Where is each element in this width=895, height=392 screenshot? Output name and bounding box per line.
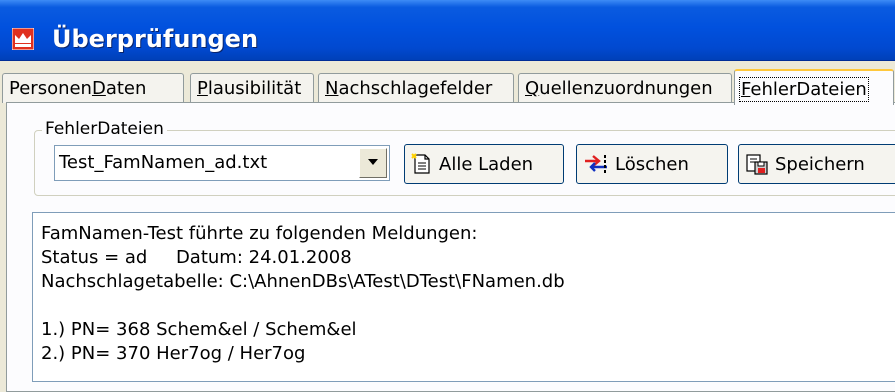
- memo-line: 1.) PN= 368 Schem&el / Schem&el: [41, 319, 357, 340]
- tab-mnemonic: P: [197, 78, 208, 99]
- delete-button[interactable]: Löschen: [576, 144, 728, 184]
- file-select-combobox[interactable]: Test_FamNamen_ad.txt: [54, 145, 390, 181]
- load-all-label: Alle Laden: [439, 153, 534, 175]
- tab-label: Personen: [9, 78, 92, 99]
- memo-line: Status = ad Datum: 24.01.2008: [41, 247, 352, 268]
- title-bar[interactable]: Überprüfungen: [0, 0, 895, 61]
- tab-nachschlagefelder[interactable]: Nachschlagefelder: [318, 73, 514, 103]
- app-crown-icon[interactable]: [12, 28, 34, 50]
- tab-mnemonic: D: [91, 78, 106, 99]
- tab-label: uellenzuordnungen: [539, 78, 713, 99]
- delete-arrows-icon: [585, 155, 607, 173]
- load-document-icon: [411, 153, 430, 174]
- combobox-dropdown-button[interactable]: [359, 148, 387, 178]
- tab-quellenzuordnungen[interactable]: Quellenzuordnungen: [518, 73, 732, 103]
- tab-plausibilitaet[interactable]: Plausibilität: [190, 73, 314, 103]
- save-button[interactable]: Speichern: [738, 144, 895, 184]
- tab-strip: PersonenDaten Plausibilität Nachschlagef…: [0, 61, 895, 105]
- messages-memo[interactable]: FamNamen-Test führte zu folgenden Meldun…: [32, 212, 895, 382]
- tab-label-wrap: FehlerDateien: [739, 77, 869, 102]
- tab-mnemonic: F: [741, 79, 751, 100]
- memo-line: FamNamen-Test führte zu folgenden Meldun…: [41, 223, 478, 244]
- tab-label: lausibilität: [207, 78, 302, 99]
- tab-personendaten[interactable]: PersonenDaten: [2, 73, 184, 103]
- delete-label: Löschen: [615, 153, 689, 175]
- tab-mnemonic: N: [325, 78, 339, 99]
- chevron-down-icon: [368, 159, 378, 165]
- window-title: Überprüfungen: [52, 25, 259, 53]
- save-label: Speichern: [775, 153, 865, 175]
- memo-line: Nachschlagetabelle: C:\AhnenDBs\ATest\DT…: [41, 271, 565, 292]
- tab-mnemonic: Q: [525, 78, 540, 99]
- load-all-button[interactable]: Alle Laden: [404, 144, 564, 184]
- tab-label: achschlagefelder: [338, 78, 493, 99]
- combobox-value: Test_FamNamen_ad.txt: [59, 152, 268, 173]
- save-document-icon: [746, 154, 768, 175]
- groupbox-label: FehlerDateien: [42, 119, 167, 139]
- tab-label: ehlerDateien: [750, 79, 867, 100]
- memo-line: 2.) PN= 370 Her7og / Her7og: [41, 343, 306, 364]
- tab-label: aten: [105, 78, 147, 99]
- tab-fehlerdateien[interactable]: FehlerDateien: [734, 69, 894, 105]
